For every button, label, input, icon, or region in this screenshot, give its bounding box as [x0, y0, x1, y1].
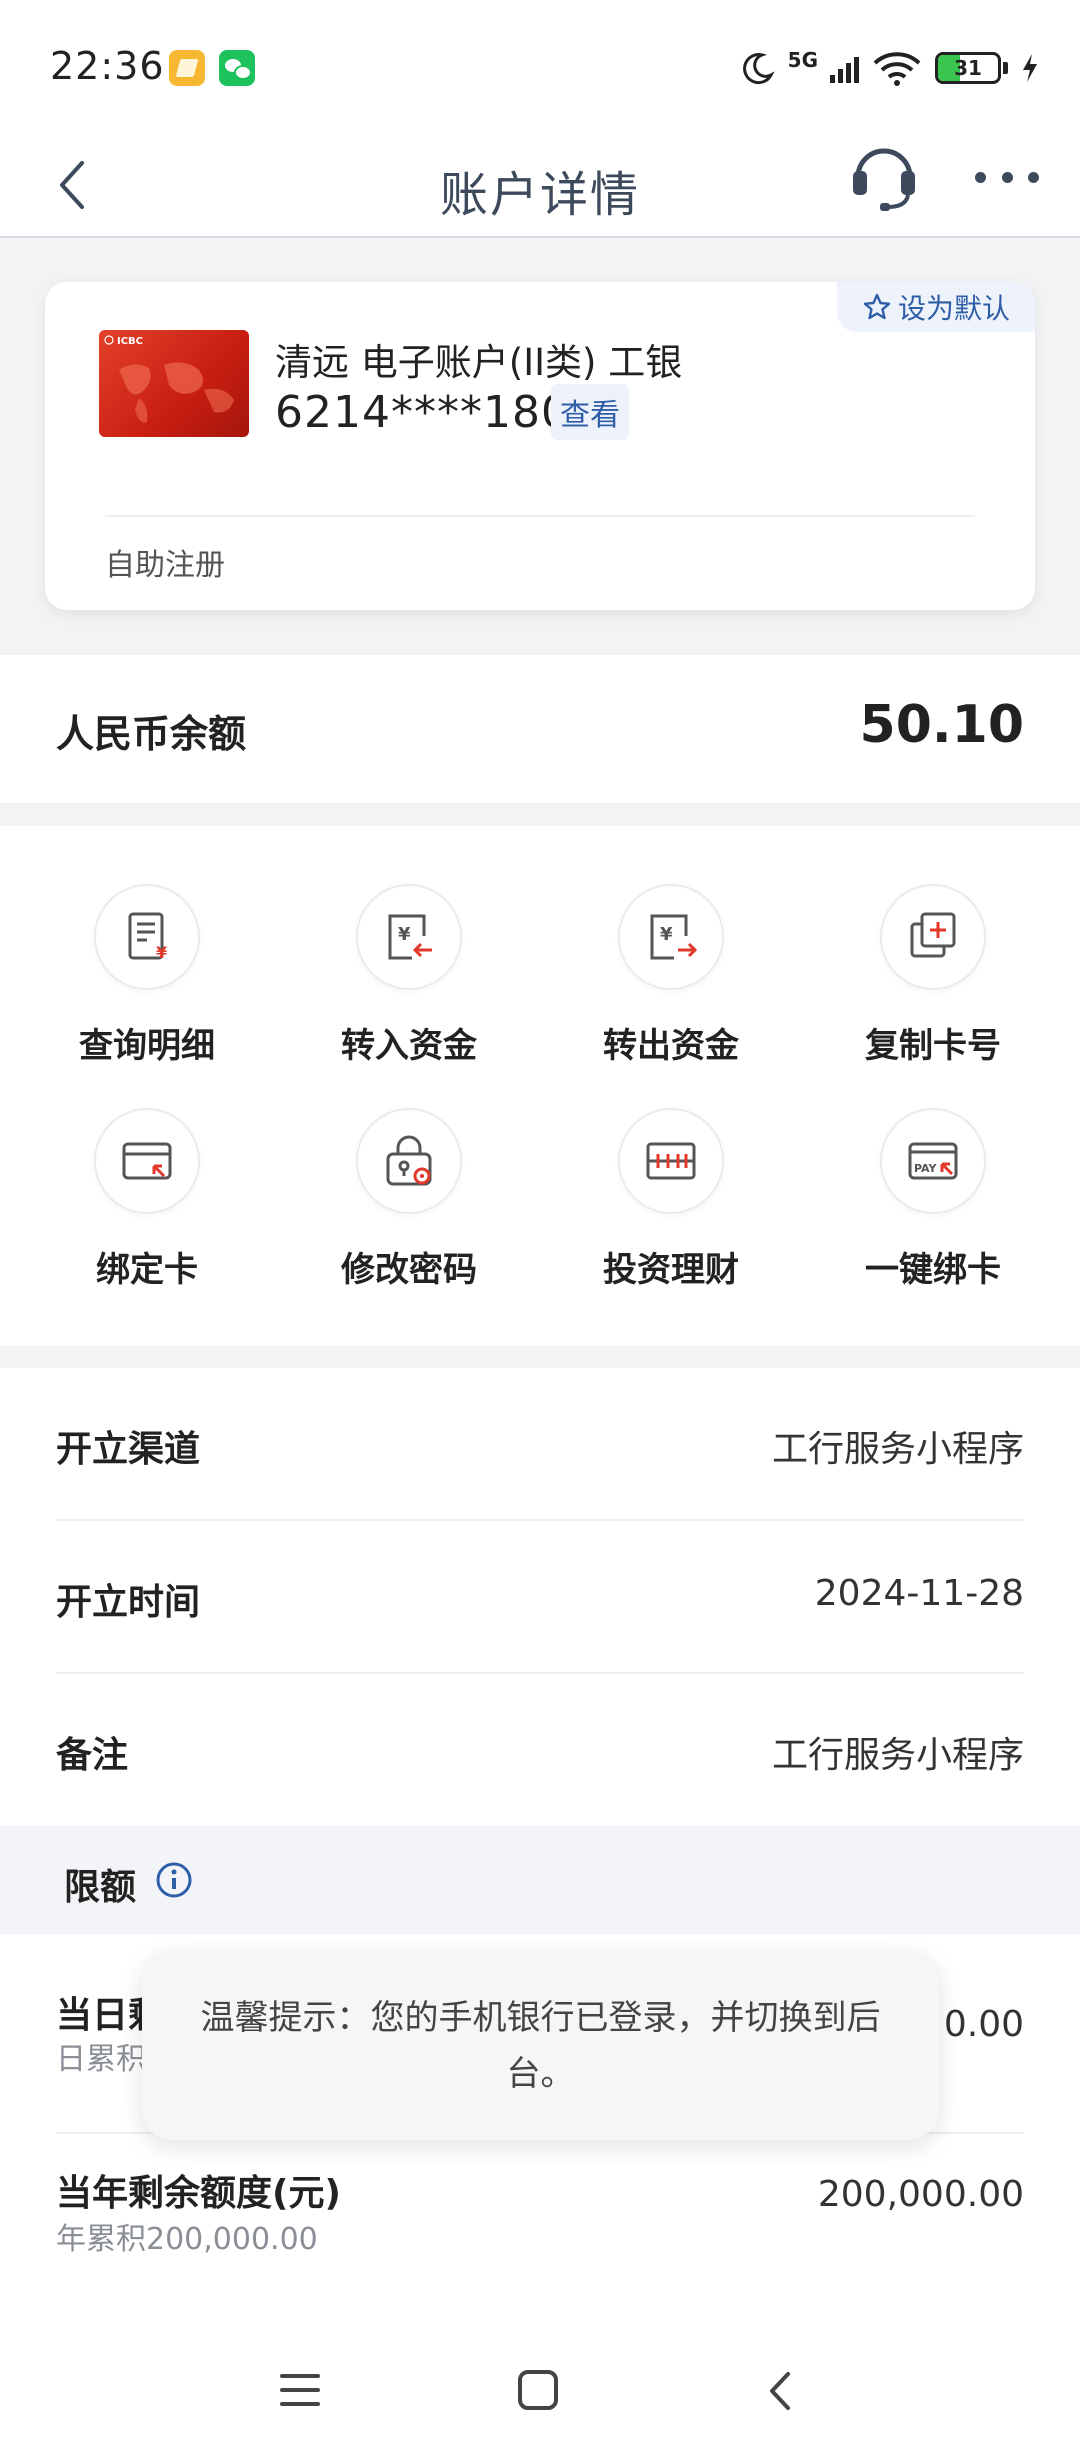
lock-icon — [386, 1135, 432, 1186]
annual-accumulated: 年累积200,000.00 — [56, 2222, 318, 2257]
svg-text:¥: ¥ — [660, 924, 673, 945]
change-password-button[interactable]: 修改密码 — [309, 1108, 509, 1308]
statement-icon: ¥ — [128, 912, 167, 962]
bank-logo: ICBC — [117, 336, 144, 347]
info-icon[interactable] — [154, 1860, 194, 1900]
action-label: 转出资金 — [603, 1026, 739, 1066]
signal-icon — [830, 53, 859, 83]
battery-level: 31 — [954, 56, 982, 80]
balance-row: 人民币余额 50.10 — [0, 655, 1080, 803]
network-type: 5G — [787, 48, 818, 72]
charging-icon — [1023, 54, 1037, 82]
toast-message: 温馨提示：您的手机银行已登录，并切换到后台。 — [142, 1952, 939, 2140]
svg-text:¥: ¥ — [156, 943, 167, 962]
notes-app-icon — [169, 50, 205, 86]
status-time: 22:36 — [50, 44, 165, 88]
system-back-icon[interactable] — [760, 2368, 800, 2414]
annual-limit-label: 当年剩余额度(元) — [56, 2173, 341, 2214]
info-label: 备注 — [56, 1735, 129, 1776]
set-default-label: 设为默认 — [897, 292, 1010, 325]
transfer-out-button[interactable]: ¥ 转出资金 — [571, 884, 771, 1084]
copy-card-number-button[interactable]: 复制卡号 — [833, 884, 1033, 1084]
limit-title: 限额 — [64, 1867, 137, 1908]
info-label: 开立时间 — [56, 1582, 201, 1623]
card-title: 清远 电子账户(II类) 工银 — [275, 341, 683, 384]
transfer-in-button[interactable]: ¥ 转入资金 — [309, 884, 509, 1084]
account-card: 设为默认 ICBC 清远 电子账户(II类) 工银 6214****1807 查… — [45, 282, 1035, 610]
bind-card-button[interactable]: 绑定卡 — [47, 1108, 247, 1308]
investment-button[interactable]: 投资理财 — [571, 1108, 771, 1308]
battery-tip — [1003, 62, 1008, 74]
menu-icon[interactable] — [280, 2374, 320, 2406]
query-details-button[interactable]: ¥ 查询明细 — [47, 884, 247, 1084]
info-label: 开立渠道 — [56, 1429, 201, 1470]
moon-icon — [742, 53, 775, 85]
info-row-remark: 备注 工行服务小程序 — [56, 1674, 1024, 1827]
transfer-in-icon: ¥ — [388, 914, 432, 960]
bind-card-icon — [122, 1142, 172, 1180]
bank-card-image: ICBC — [99, 330, 249, 437]
action-label: 一键绑卡 — [865, 1250, 1001, 1290]
pay-card-icon: PAY — [908, 1142, 958, 1180]
wifi-icon — [873, 52, 921, 86]
abacus-icon — [646, 1142, 696, 1180]
info-row-channel: 开立渠道 工行服务小程序 — [56, 1368, 1024, 1521]
card-section: 设为默认 ICBC 清远 电子账户(II类) 工银 6214****1807 查… — [0, 240, 1080, 655]
battery-icon: 31 — [935, 52, 1001, 84]
home-icon[interactable] — [518, 2370, 558, 2410]
limit-header: 限额 — [0, 1826, 1080, 1934]
transfer-out-icon: ¥ — [650, 914, 698, 960]
headset-icon[interactable] — [848, 135, 920, 215]
wechat-icon — [219, 50, 255, 86]
action-label: 查询明细 — [79, 1026, 215, 1066]
status-bar: 22:36 5G 31 — [0, 0, 1080, 135]
annual-limit-row: 当年剩余额度(元) 年累积200,000.00 200,000.00 — [56, 2134, 1024, 2324]
copy-icon — [910, 912, 956, 958]
info-value: 2024-11-28 — [814, 1573, 1024, 1614]
star-icon — [863, 293, 891, 320]
account-info-list: 开立渠道 工行服务小程序 开立时间 2024-11-28 备注 工行服务小程序 — [0, 1368, 1080, 1826]
svg-text:¥: ¥ — [398, 924, 411, 945]
self-register-link[interactable]: 自助注册 — [105, 540, 225, 584]
balance-value: 50.10 — [859, 695, 1024, 755]
action-grid: ¥ 查询明细 ¥ 转入资金 ¥ 转出资金 复制卡号 绑定卡 修改密码 投资理财 … — [0, 826, 1080, 1346]
info-row-open-time: 开立时间 2024-11-28 — [56, 1521, 1024, 1674]
more-icon[interactable] — [975, 165, 1039, 189]
action-label: 投资理财 — [603, 1250, 739, 1290]
annual-limit-value: 200,000.00 — [817, 2174, 1024, 2215]
action-label: 绑定卡 — [96, 1250, 198, 1290]
system-nav-bar — [0, 2314, 1080, 2460]
action-label: 修改密码 — [341, 1250, 477, 1290]
action-label: 转入资金 — [341, 1026, 477, 1066]
status-indicators: 5G 31 — [740, 48, 1040, 88]
action-label: 复制卡号 — [865, 1026, 1001, 1066]
info-value: 工行服务小程序 — [771, 1429, 1024, 1470]
balance-label: 人民币余额 — [56, 712, 247, 756]
view-card-button[interactable]: 查看 — [551, 384, 629, 440]
quick-bind-card-button[interactable]: PAY 一键绑卡 — [833, 1108, 1033, 1308]
set-default-button[interactable]: 设为默认 — [837, 282, 1035, 332]
card-divider — [105, 515, 975, 517]
svg-text:PAY: PAY — [914, 1162, 938, 1175]
navigation-bar: 账户详情 — [0, 135, 1080, 238]
daily-accumulated: 日累积 — [56, 2042, 146, 2077]
info-value: 工行服务小程序 — [771, 1735, 1024, 1776]
daily-limit-value: 0.00 — [943, 2004, 1024, 2045]
